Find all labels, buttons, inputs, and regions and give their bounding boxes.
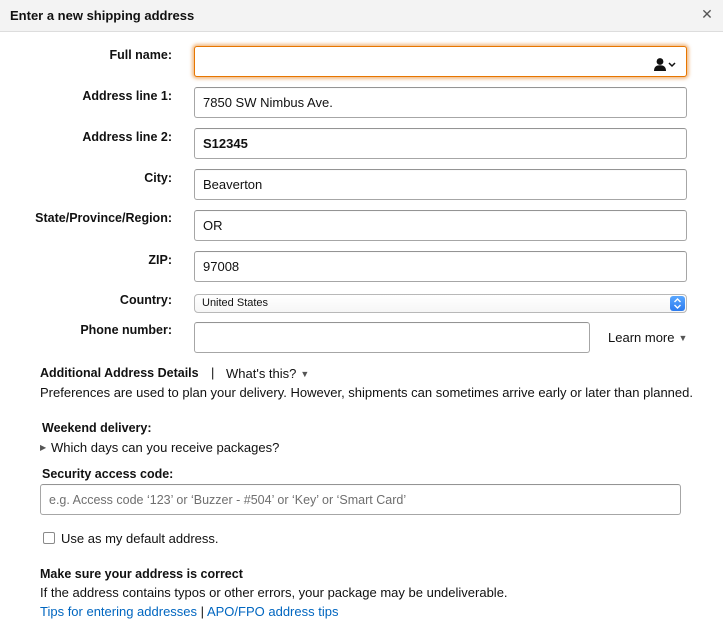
address-correct-title: Make sure your address is correct xyxy=(40,567,243,581)
updown-chevron-icon xyxy=(670,296,685,311)
address2-label: Address line 2: xyxy=(82,130,172,144)
zip-value: 97008 xyxy=(203,259,240,274)
country-value: United States xyxy=(202,297,269,309)
city-input[interactable]: Beaverton xyxy=(194,169,687,200)
address1-value: 7850 SW Nimbus Ave. xyxy=(203,95,333,110)
state-label: State/Province/Region: xyxy=(35,211,172,225)
address1-input[interactable]: 7850 SW Nimbus Ave. xyxy=(194,87,687,118)
phone-input[interactable] xyxy=(194,322,590,353)
security-code-placeholder: e.g. Access code ‘123’ or ‘Buzzer - #504… xyxy=(49,493,407,507)
country-label: Country: xyxy=(119,293,172,307)
country-select[interactable]: United States xyxy=(194,294,687,313)
full-name-input[interactable] xyxy=(194,46,687,77)
additional-separator: | xyxy=(211,365,215,380)
tips-for-entering-addresses-link[interactable]: Tips for entering addresses xyxy=(40,604,197,619)
city-label: City: xyxy=(144,171,172,185)
security-code-title: Security access code: xyxy=(42,467,174,481)
zip-label: ZIP: xyxy=(148,253,172,267)
address2-input[interactable]: S12345 xyxy=(194,128,687,159)
weekend-delivery-link[interactable]: Which days can you receive packages? xyxy=(51,440,279,455)
phone-label: Phone number: xyxy=(80,323,172,337)
state-input[interactable]: OR xyxy=(194,210,687,241)
address-correct-text: If the address contains typos or other e… xyxy=(40,585,508,600)
default-address-label[interactable]: Use as my default address. xyxy=(61,531,219,546)
caret-down-icon: ▼ xyxy=(300,369,310,379)
caret-right-icon: ▶ xyxy=(40,443,47,452)
default-address-checkbox[interactable] xyxy=(43,532,55,544)
full-name-label: Full name: xyxy=(109,48,172,62)
zip-input[interactable]: 97008 xyxy=(194,251,687,282)
learn-more-label: Learn more xyxy=(608,330,675,345)
learn-more-link[interactable]: Learn more ▼ xyxy=(608,330,687,345)
caret-down-icon: ▼ xyxy=(678,333,688,343)
additional-description: Preferences are used to plan your delive… xyxy=(40,385,693,400)
dialog-header: Enter a new shipping address ✕ xyxy=(0,0,723,32)
whats-this-label: What's this? xyxy=(226,366,297,381)
additional-details-title: Additional Address Details xyxy=(40,366,199,380)
apo-fpo-tips-link[interactable]: APO/FPO address tips xyxy=(207,604,339,619)
address2-value: S12345 xyxy=(203,136,248,151)
address1-label: Address line 1: xyxy=(82,89,172,103)
weekend-delivery-title: Weekend delivery: xyxy=(42,421,152,435)
security-code-input[interactable]: e.g. Access code ‘123’ or ‘Buzzer - #504… xyxy=(40,484,681,515)
tips-links-row: Tips for entering addresses | APO/FPO ad… xyxy=(40,604,338,619)
close-icon[interactable]: ✕ xyxy=(699,6,715,22)
dialog-title: Enter a new shipping address xyxy=(10,8,195,23)
contact-picker-icon[interactable] xyxy=(653,54,677,71)
tips-separator: | xyxy=(200,604,205,619)
state-value: OR xyxy=(203,218,223,233)
city-value: Beaverton xyxy=(203,177,263,192)
whats-this-link[interactable]: What's this? ▼ xyxy=(226,366,309,381)
